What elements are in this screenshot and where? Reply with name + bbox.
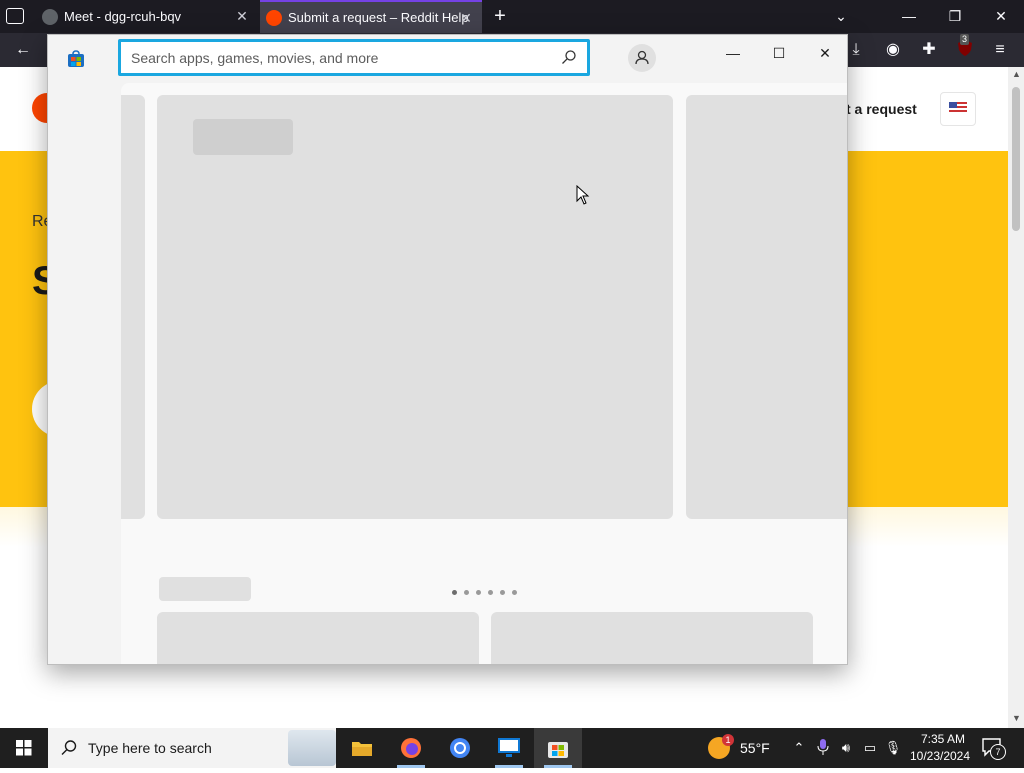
taskbar-microsoft-store[interactable] xyxy=(534,728,582,768)
scroll-up-icon[interactable]: ▲ xyxy=(1012,69,1021,79)
weather-alert-badge: 1 xyxy=(722,734,734,746)
carousel-prev-card[interactable] xyxy=(121,95,145,519)
carousel-main-card[interactable] xyxy=(157,95,673,519)
store-minimize-icon[interactable]: — xyxy=(718,41,748,65)
carousel-dot[interactable] xyxy=(500,590,505,595)
us-flag-icon xyxy=(949,102,967,114)
notification-count-badge: 7 xyxy=(990,744,1006,760)
scroll-down-icon[interactable]: ▼ xyxy=(1012,713,1021,723)
clock-time[interactable]: 7:35 AM xyxy=(915,732,971,746)
carousel-dot-active[interactable] xyxy=(452,590,457,595)
mouse-cursor-icon xyxy=(576,185,590,205)
taskbar-remote-desktop[interactable] xyxy=(485,728,533,768)
reddit-favicon-icon xyxy=(266,9,282,26)
microsoft-store-logo-icon xyxy=(67,50,85,68)
store-maximize-icon[interactable]: ☐ xyxy=(764,41,794,65)
carousel-dot[interactable] xyxy=(488,590,493,595)
section-heading-placeholder xyxy=(159,577,251,601)
tab-meet[interactable]: Meet - dgg-rcuh-bqv ✕ xyxy=(36,0,258,33)
page-scrollbar[interactable]: ▲ ▼ xyxy=(1008,67,1024,728)
menu-hamburger-icon[interactable]: ≡ xyxy=(989,39,1011,61)
meet-favicon-icon xyxy=(42,8,58,25)
taskbar-search-box[interactable]: Type here to search xyxy=(48,728,336,768)
carousel-next-card[interactable] xyxy=(686,95,847,519)
store-content-area xyxy=(121,83,847,664)
taskbar-file-explorer[interactable] xyxy=(338,728,386,768)
firefox-icon xyxy=(401,738,421,758)
app-tile-placeholder[interactable] xyxy=(491,612,813,664)
extension-badge: 3 xyxy=(960,34,970,45)
scrollbar-thumb[interactable] xyxy=(1012,87,1020,231)
microsoft-store-icon xyxy=(548,742,568,758)
weather-icon[interactable]: 1 xyxy=(708,734,734,759)
taskbar-chrome-app[interactable] xyxy=(436,728,484,768)
carousel-dot[interactable] xyxy=(464,590,469,595)
card-title-placeholder xyxy=(193,119,293,155)
close-window-icon[interactable]: ✕ xyxy=(988,4,1014,28)
windows-logo-icon xyxy=(16,740,32,756)
network-icon[interactable]: ▭ xyxy=(861,738,879,758)
search-icon[interactable] xyxy=(561,49,577,65)
minimize-icon[interactable]: — xyxy=(896,4,922,28)
downloads-icon[interactable]: ⤓ xyxy=(845,39,867,61)
tab-reddit-help[interactable]: Submit a request – Reddit Help ✕ xyxy=(260,0,482,33)
folder-icon xyxy=(352,742,372,756)
app-tile-placeholder[interactable] xyxy=(157,612,479,664)
tab-title: Submit a request – Reddit Help xyxy=(288,10,469,25)
microphone-icon[interactable] xyxy=(814,738,832,758)
store-search-input[interactable] xyxy=(131,48,551,68)
restore-icon[interactable]: ❐ xyxy=(942,4,968,28)
tab-title: Meet - dgg-rcuh-bqv xyxy=(64,9,182,24)
taskbar-search-placeholder: Type here to search xyxy=(88,740,212,756)
tab-overflow-chevron-icon[interactable]: ⌄ xyxy=(828,4,854,28)
remote-desktop-icon xyxy=(498,738,520,757)
show-hidden-icons-chevron-icon[interactable]: ⌃ xyxy=(790,738,808,758)
new-tab-icon[interactable]: + xyxy=(490,6,510,26)
back-arrow-icon[interactable]: ← xyxy=(12,39,34,61)
flag-canton xyxy=(949,102,957,108)
store-search-box[interactable] xyxy=(118,39,590,76)
account-icon[interactable]: ◉ xyxy=(882,39,904,61)
store-account-button[interactable] xyxy=(628,44,656,72)
ublock-extension-icon[interactable]: 3 xyxy=(954,34,976,61)
language-selector[interactable] xyxy=(940,92,976,126)
submit-request-link[interactable]: t a request xyxy=(846,101,917,117)
extensions-icon[interactable]: ✚ xyxy=(918,39,940,61)
carousel-dot[interactable] xyxy=(476,590,481,595)
microsoft-store-window: — ☐ ✕ xyxy=(47,34,848,665)
carousel-dot[interactable] xyxy=(512,590,517,595)
browser-app-icon xyxy=(450,738,470,758)
windows-taskbar: Type here to search 1 55°F ⌃ 🔊︎ ▭ 🎙︎ 7:3… xyxy=(0,728,1024,768)
clock-date[interactable]: 10/23/2024 xyxy=(906,749,974,763)
close-tab-icon[interactable]: ✕ xyxy=(234,8,250,24)
taskbar-firefox[interactable] xyxy=(387,728,435,768)
microphone-mute-icon[interactable]: 🎙︎ xyxy=(884,738,902,758)
weather-temperature[interactable]: 55°F xyxy=(740,740,770,756)
browser-tab-bar: Meet - dgg-rcuh-bqv ✕ Submit a request –… xyxy=(0,0,1024,33)
volume-icon[interactable]: 🔊︎ xyxy=(837,738,855,758)
search-icon xyxy=(61,740,77,755)
close-tab-icon[interactable]: ✕ xyxy=(458,10,474,26)
person-icon xyxy=(635,50,649,65)
list-all-tabs-icon[interactable] xyxy=(6,8,24,24)
start-button[interactable] xyxy=(0,728,48,768)
store-close-icon[interactable]: ✕ xyxy=(810,41,840,65)
notification-center-icon[interactable]: 7 xyxy=(982,738,1006,760)
mic-glyph xyxy=(817,739,829,755)
search-highlight-image[interactable] xyxy=(288,730,336,766)
